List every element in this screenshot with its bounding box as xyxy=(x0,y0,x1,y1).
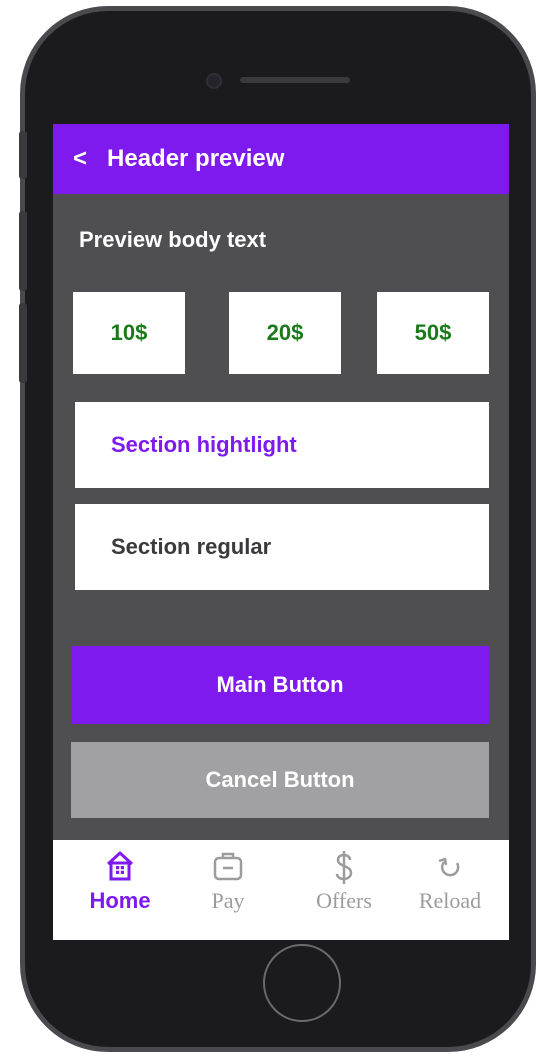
home-hardware-button[interactable] xyxy=(263,944,341,1022)
tab-home[interactable]: Home xyxy=(65,850,175,914)
amount-option-50[interactable]: 50$ xyxy=(377,292,489,374)
reload-icon xyxy=(435,850,465,886)
back-button[interactable]: < xyxy=(73,145,87,173)
amount-option-20[interactable]: 20$ xyxy=(229,292,341,374)
tab-home-label: Home xyxy=(89,888,151,913)
section-regular[interactable]: Section regular xyxy=(75,504,489,590)
volume-up-button xyxy=(19,211,27,291)
header-bar: < Header preview xyxy=(53,124,509,194)
tab-reload-label: Reload xyxy=(418,888,482,913)
earpiece-speaker xyxy=(240,77,350,83)
page-title: Header preview xyxy=(107,145,285,172)
bottom-tab-bar: Home Pay Offers Reload xyxy=(53,840,509,940)
tab-offers-label: Offers xyxy=(316,888,372,913)
volume-down-button xyxy=(19,303,27,383)
tab-pay-label: Pay xyxy=(211,888,245,913)
front-camera xyxy=(206,73,222,89)
home-icon xyxy=(105,850,135,886)
wallet-icon xyxy=(213,850,243,886)
tab-reload[interactable]: Reload xyxy=(395,850,505,914)
preview-body-text: Preview body text xyxy=(79,227,267,252)
mute-switch xyxy=(19,131,27,179)
section-highlight[interactable]: Section hightlight xyxy=(75,402,489,488)
tab-pay[interactable]: Pay xyxy=(173,850,283,914)
dollar-icon xyxy=(329,850,359,886)
amount-option-10[interactable]: 10$ xyxy=(73,292,185,374)
tab-offers[interactable]: Offers xyxy=(289,850,399,914)
app-screen: < Header preview Preview body text 10$ 2… xyxy=(53,124,509,940)
cancel-button[interactable]: Cancel Button xyxy=(71,742,489,818)
main-button[interactable]: Main Button xyxy=(71,646,489,724)
